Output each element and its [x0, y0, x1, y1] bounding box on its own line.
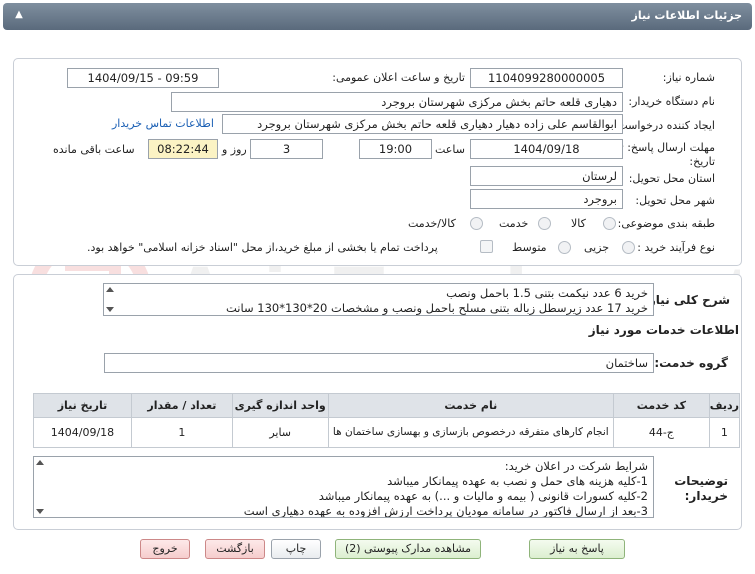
delivery-city-field[interactable]: بروجرد	[470, 189, 623, 209]
days-remaining-field[interactable]: 3	[250, 139, 323, 159]
process-partial-radio[interactable]	[622, 241, 635, 254]
services-table: ردیف کد خدمت نام خدمت واحد اندازه گیری ت…	[33, 393, 741, 448]
need-summary-label: شرح کلی نیاز:	[644, 293, 730, 307]
category-goods-label: کالا	[571, 217, 586, 230]
treasury-payment-note: پرداخت تمام یا بخشی از مبلغ خرید،از محل …	[87, 241, 438, 254]
category-goods-service-radio[interactable]	[470, 217, 483, 230]
service-group-label: گروه خدمت:	[654, 356, 728, 370]
scroll-up-icon[interactable]	[36, 460, 44, 465]
announce-date-field[interactable]: 1404/09/15 - 09:59	[67, 68, 219, 88]
need-number-label: شماره نیاز:	[662, 71, 715, 84]
category-service-radio[interactable]	[538, 217, 551, 230]
delivery-province-label: استان محل تحویل:	[628, 172, 715, 185]
delivery-province-field[interactable]: لرستان	[470, 166, 623, 186]
category-service-label: خدمت	[499, 217, 529, 230]
need-info-panel	[13, 58, 742, 266]
deadline-date-field[interactable]: 1404/09/18	[470, 139, 623, 159]
process-medium-label: متوسط	[512, 241, 547, 254]
category-goods-radio[interactable]	[603, 217, 616, 230]
cell-service-name: انجام کارهای متفرقه درخصوص بازسازی و بهس…	[327, 417, 614, 448]
back-button[interactable]: بازگشت	[205, 539, 265, 559]
deadline-label-date: تاریخ:	[689, 155, 715, 168]
deadline-time-field[interactable]: 19:00	[359, 139, 432, 159]
days-label: روز و	[222, 143, 247, 156]
buyer-contact-link[interactable]: اطلاعات تماس خریدار	[112, 117, 214, 130]
process-partial-label: جزیی	[584, 241, 610, 254]
need-number-field[interactable]: 1104099280000005	[470, 68, 623, 88]
buyer-notes-line: 1-کلیه هزینه های حمل و نصب به عهده پیمان…	[387, 474, 648, 488]
buyer-notes-textarea[interactable]: شرایط شرکت در اعلان خرید: 1-کلیه هزینه ه…	[33, 456, 654, 518]
col-need-date: تاریخ نیاز	[33, 393, 132, 418]
remaining-time-label: ساعت باقی مانده	[53, 143, 135, 156]
buyer-org-field[interactable]: دهیاری قلعه حاتم بخش مرکزی شهرستان بروجر…	[171, 92, 623, 112]
col-service-name: نام خدمت	[327, 393, 614, 418]
scroll-up-icon[interactable]	[106, 287, 114, 292]
scroll-down-icon[interactable]	[36, 509, 44, 514]
exit-button[interactable]: خروج	[140, 539, 190, 559]
process-medium-radio[interactable]	[558, 241, 571, 254]
buyer-notes-label-2: خریدار:	[684, 489, 728, 503]
category-goods-service-label: کالا/خدمت	[408, 217, 456, 230]
cell-quantity: 1	[130, 417, 233, 448]
request-creator-label: ایجاد کننده درخواست:	[613, 119, 715, 132]
cell-row-number: 1	[708, 417, 741, 448]
print-button[interactable]: چاپ	[271, 539, 321, 559]
deadline-label: مهلت ارسال پاسخ: تا	[617, 141, 715, 154]
page-title: جزئیات اطلاعات نیاز	[631, 9, 743, 22]
cell-unit: سایر	[231, 417, 329, 448]
col-service-code: کد خدمت	[612, 393, 710, 418]
table-row[interactable]: 1 ج-44 انجام کارهای متفرقه درخصوص بازساز…	[33, 417, 741, 448]
table-header-row: ردیف کد خدمت نام خدمت واحد اندازه گیری ت…	[33, 393, 741, 418]
process-type-label: نوع فرآیند خرید :	[637, 241, 715, 254]
deadline-time-label: ساعت	[435, 143, 465, 156]
remaining-time-field: 08:22:44	[148, 139, 218, 159]
category-label: طبقه بندی موضوعی:	[617, 217, 715, 230]
buyer-notes-line: شرایط شرکت در اعلان خرید:	[504, 459, 648, 473]
need-summary-line: خرید 17 عدد زیرسطل زباله بتنی مسلح باحمل…	[226, 301, 648, 315]
col-quantity: تعداد / مقدار	[130, 393, 233, 418]
cell-service-code: ج-44	[612, 417, 710, 448]
page-header: جزئیات اطلاعات نیاز ▲	[3, 3, 752, 30]
need-summary-line: خرید 6 عدد نیکمت بتنی 1.5 باحمل ونصب	[446, 286, 648, 300]
request-creator-field[interactable]: ابوالقاسم علی زاده دهیار دهیاری قلعه حات…	[222, 114, 623, 134]
buyer-notes-line: 2-کلیه کسورات قانونی ( بیمه و مالیات و .…	[318, 489, 648, 503]
service-group-field[interactable]: ساختمان	[104, 353, 654, 373]
buyer-notes-line: 3-بعد از ارسال فاکتور در سامانه مودیان پ…	[243, 504, 648, 518]
treasury-payment-checkbox[interactable]	[480, 240, 493, 253]
col-row-number: ردیف	[708, 393, 741, 418]
view-attachments-button[interactable]: مشاهده مدارک پیوستی (2)	[335, 539, 481, 559]
buyer-org-label: نام دستگاه خریدار:	[628, 95, 715, 108]
announce-date-label: تاریخ و ساعت اعلان عمومی:	[332, 71, 465, 84]
cell-need-date: 1404/09/18	[33, 417, 132, 448]
buyer-notes-label: توضیحات	[674, 474, 728, 488]
delivery-city-label: شهر محل تحویل:	[635, 194, 715, 207]
services-section-title: اطلاعات خدمات مورد نیاز	[588, 323, 739, 337]
reply-button[interactable]: پاسخ به نیاز	[529, 539, 625, 559]
scroll-down-icon[interactable]	[106, 307, 114, 312]
col-unit: واحد اندازه گیری	[231, 393, 329, 418]
chevron-up-icon[interactable]: ▲	[11, 9, 27, 23]
need-summary-textarea[interactable]: خرید 6 عدد نیکمت بتنی 1.5 باحمل ونصب خری…	[103, 283, 654, 316]
